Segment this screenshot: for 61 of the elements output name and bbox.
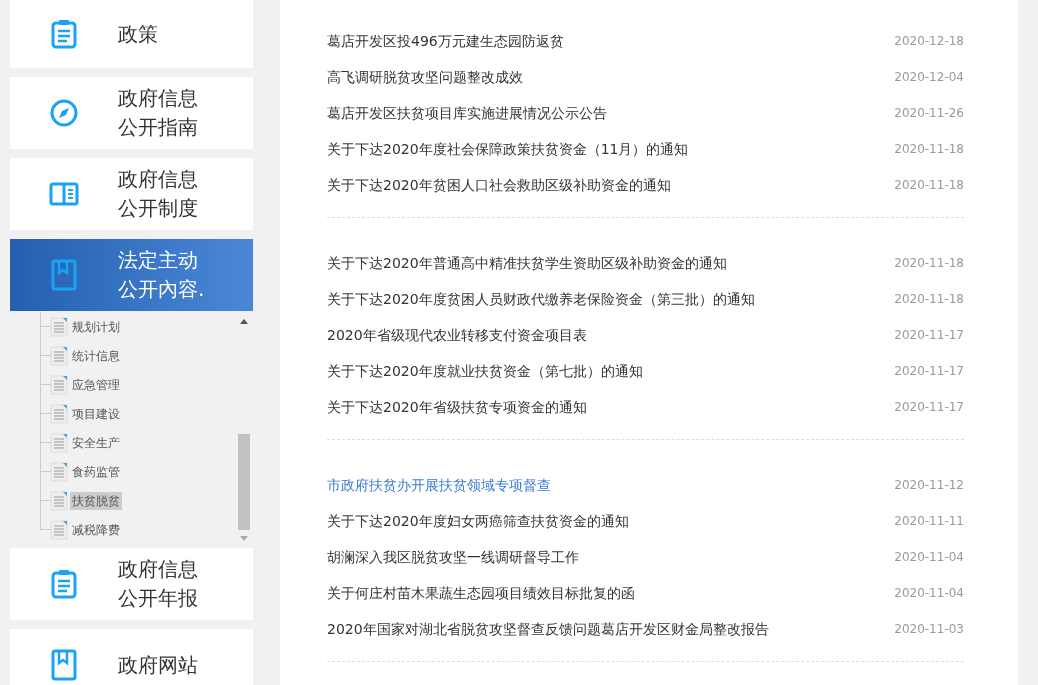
news-link[interactable]: 关于下达2020年度社会保障政策扶贫资金（11月）的通知	[327, 138, 689, 160]
document-icon	[50, 461, 68, 482]
document-icon	[50, 374, 68, 395]
news-date: 2020-11-11	[894, 513, 964, 530]
news-date: 2020-11-12	[894, 477, 964, 494]
document-icon	[50, 432, 68, 453]
document-icon	[50, 519, 68, 540]
news-date: 2020-11-04	[894, 549, 964, 566]
news-date: 2020-12-18	[894, 33, 964, 50]
news-link[interactable]: 胡澜深入我区脱贫攻坚一线调研督导工作	[327, 546, 579, 568]
news-date: 2020-12-04	[894, 69, 964, 86]
news-date: 2020-11-17	[894, 399, 964, 416]
tree-item[interactable]: 应急管理	[70, 375, 122, 394]
sidebar-menu-item[interactable]: 政府信息公开指南	[10, 77, 253, 149]
news-link[interactable]: 关于下达2020年普通高中精准扶贫学生资助区级补助资金的通知	[327, 252, 727, 274]
news-link[interactable]: 关于下达2020年省级扶贫专项资金的通知	[327, 396, 587, 418]
sidebar-menu-item[interactable]: 政府信息公开年报	[10, 548, 253, 620]
news-link[interactable]: 2020年省级现代农业转移支付资金项目表	[327, 324, 587, 346]
tree-item[interactable]: 食药监管	[70, 462, 122, 481]
news-link[interactable]: 关于下达2020年度就业扶贫资金（第七批）的通知	[327, 360, 643, 382]
document-icon	[50, 316, 68, 337]
document-icon	[50, 490, 68, 511]
scrollbar-thumb[interactable]	[238, 434, 250, 530]
news-link[interactable]: 关于下达2020年度妇女两癌筛查扶贫资金的通知	[327, 510, 629, 532]
news-date: 2020-11-17	[894, 363, 964, 380]
document-icon	[50, 345, 68, 366]
news-date: 2020-11-18	[894, 291, 964, 308]
scroll-down-arrow-icon[interactable]	[240, 536, 248, 541]
tree-item[interactable]: 减税降费	[70, 520, 122, 539]
news-date: 2020-11-17	[894, 327, 964, 344]
bookmark-book-icon	[51, 649, 77, 681]
news-link[interactable]: 关于何庄村苗木果蔬生态园项目绩效目标批复的函	[327, 582, 635, 604]
tree-item[interactable]: 统计信息	[70, 346, 122, 365]
tree-item[interactable]: 规划计划	[70, 317, 122, 336]
tree-item[interactable]: 项目建设	[70, 404, 122, 423]
news-date: 2020-11-18	[894, 177, 964, 194]
news-date: 2020-11-18	[894, 141, 964, 158]
news-date: 2020-11-04	[894, 585, 964, 602]
news-date: 2020-11-18	[894, 255, 964, 272]
tree-item[interactable]: 扶贫脱贫	[70, 491, 122, 510]
news-date: 2020-11-26	[894, 105, 964, 122]
sidebar-menu-item[interactable]: 政府网站	[10, 629, 253, 685]
news-link[interactable]: 葛店开发区扶贫项目库实施进展情况公示公告	[327, 102, 607, 124]
clipboard-icon	[51, 569, 77, 599]
scroll-up-arrow-icon[interactable]	[240, 319, 248, 324]
document-icon	[50, 403, 68, 424]
open-book-icon	[49, 182, 79, 206]
clipboard-icon	[51, 19, 77, 49]
sidebar-menu-item[interactable]: 法定主动公开內容.	[10, 239, 253, 311]
compass-icon	[50, 99, 78, 127]
tree-item[interactable]: 安全生产	[70, 433, 122, 452]
news-date: 2020-11-03	[894, 621, 964, 638]
sidebar-menu-item[interactable]: 政策	[10, 0, 253, 68]
news-link[interactable]: 葛店开发区投496万元建生态园防返贫	[327, 30, 564, 52]
news-link[interactable]: 关于下达2020年度贫困人员财政代缴养老保险资金（第三批）的通知	[327, 288, 755, 310]
news-link[interactable]: 2020年国家对湖北省脱贫攻坚督查反馈问题葛店开发区财金局整改报告	[327, 618, 769, 640]
bookmark-book-icon	[51, 259, 77, 291]
news-link[interactable]: 关于下达2020年贫困人口社会救助区级补助资金的通知	[327, 174, 671, 196]
sidebar-menu-item[interactable]: 政府信息公开制度	[10, 158, 253, 230]
news-link[interactable]: 市政府扶贫办开展扶贫领域专项督查	[327, 474, 551, 496]
news-link[interactable]: 高飞调研脱贫攻坚问题整改成效	[327, 66, 523, 88]
